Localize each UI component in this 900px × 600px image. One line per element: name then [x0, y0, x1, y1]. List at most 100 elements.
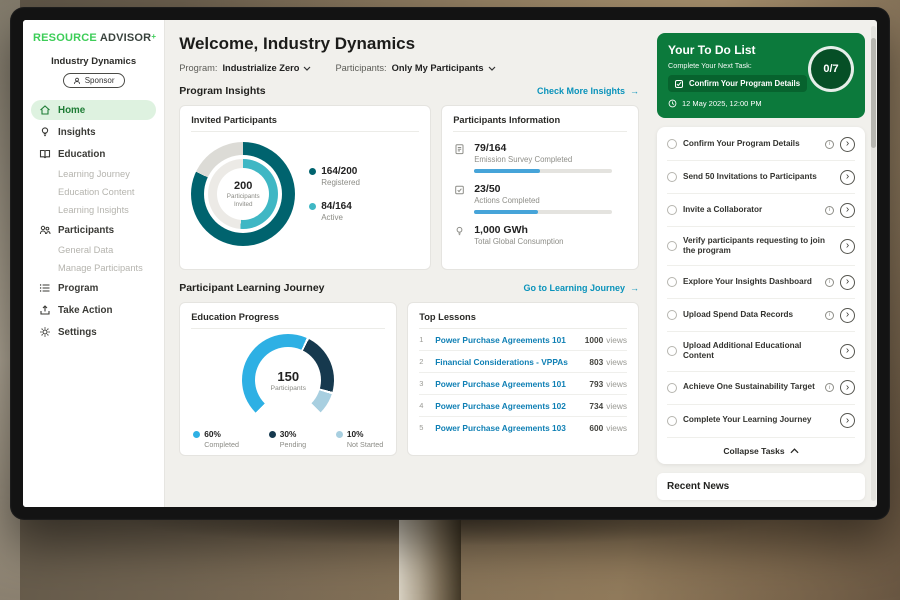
info-icon[interactable]: i	[825, 278, 834, 287]
lesson-views: 803views	[589, 357, 627, 367]
collapse-tasks-button[interactable]: Collapse Tasks	[667, 438, 855, 463]
chevron-right-icon[interactable]: ›	[840, 203, 855, 218]
lesson-views: 1000views	[585, 335, 627, 345]
participants-filter: Participants: Only My Participants	[335, 63, 495, 73]
go-to-learning-journey-link[interactable]: Go to Learning Journey →	[523, 283, 639, 293]
brand-logo[interactable]: RESOURCE ADVISOR+	[31, 32, 156, 44]
task-label: Upload Additional Educational Content	[683, 341, 834, 362]
survey-icon	[453, 142, 466, 155]
sidebar-item-participants[interactable]: Participants	[31, 220, 156, 240]
sidebar-item-education[interactable]: Education	[31, 144, 156, 164]
info-icon[interactable]: i	[825, 311, 834, 320]
page-title: Welcome, Industry Dynamics	[179, 34, 639, 54]
education-progress-card: Education Progress 150 Participants 6	[179, 302, 397, 456]
lesson-views: 734views	[589, 401, 627, 411]
sidebar-item-program[interactable]: Program	[31, 278, 156, 298]
task-row[interactable]: Invite a Collaborator i ›	[667, 194, 855, 227]
legend-pending: 30% Pending	[269, 429, 306, 449]
sidebar-item-label: Education	[58, 149, 105, 160]
chevron-right-icon[interactable]: ›	[840, 308, 855, 323]
monitor-bezel: RESOURCE ADVISOR+ Industry Dynamics Spon…	[10, 7, 890, 520]
sidebar-item-manage-participants[interactable]: Manage Participants	[31, 260, 156, 276]
sponsor-badge[interactable]: Sponsor	[63, 73, 125, 88]
lesson-views: 600views	[589, 423, 627, 433]
sidebar-item-learning-insights[interactable]: Learning Insights	[31, 202, 156, 218]
lesson-link[interactable]: Power Purchase Agreements 101	[435, 379, 582, 389]
task-row[interactable]: Complete Your Learning Journey ›	[667, 405, 855, 438]
next-task-pill[interactable]: Confirm Your Program Details	[668, 75, 807, 92]
task-checkbox[interactable]	[667, 346, 677, 356]
task-label: Achieve One Sustainability Target	[683, 382, 819, 393]
lesson-link[interactable]: Financial Considerations - VPPAs	[435, 357, 582, 367]
participants-dropdown-value: Only My Participants	[392, 63, 484, 73]
sidebar-item-label: Program	[58, 283, 98, 294]
task-row[interactable]: Explore Your Insights Dashboard i ›	[667, 266, 855, 299]
chevron-down-icon	[488, 66, 496, 71]
program-filter-label: Program:	[179, 63, 217, 73]
task-checkbox[interactable]	[667, 310, 677, 320]
task-row[interactable]: Upload Additional Educational Content ›	[667, 332, 855, 371]
task-checkbox[interactable]	[667, 241, 677, 251]
todo-panel: Your To Do List Complete Your Next Task:…	[653, 20, 877, 507]
chevron-down-icon	[303, 66, 311, 71]
task-row[interactable]: Verify participants requesting to join t…	[667, 227, 855, 266]
info-icon[interactable]: i	[825, 206, 834, 215]
top-lessons-card: Top Lessons 1 Power Purchase Agreements …	[407, 302, 639, 456]
legend-active: 84/164 Active	[309, 201, 360, 222]
task-checkbox[interactable]	[667, 205, 677, 215]
program-insights-title: Program Insights	[179, 85, 265, 97]
scrollbar-thumb[interactable]	[871, 38, 876, 148]
sidebar-item-general-data[interactable]: General Data	[31, 242, 156, 258]
task-row[interactable]: Send 50 Invitations to Participants ›	[667, 161, 855, 194]
task-checkbox[interactable]	[667, 172, 677, 182]
lesson-link[interactable]: Power Purchase Agreements 101	[435, 335, 578, 345]
task-row[interactable]: Achieve One Sustainability Target i ›	[667, 372, 855, 405]
completed-dot	[193, 431, 200, 438]
due-row: 12 May 2025, 12:00 PM	[668, 99, 854, 108]
chevron-right-icon[interactable]: ›	[840, 239, 855, 254]
go-to-learning-journey-label: Go to Learning Journey	[523, 283, 625, 293]
learning-journey-header: Participant Learning Journey Go to Learn…	[179, 282, 639, 294]
insights-icon	[39, 126, 51, 138]
next-task-label: Confirm Your Program Details	[689, 79, 800, 88]
completed-label: Completed	[204, 440, 239, 449]
info-icon[interactable]: i	[825, 383, 834, 392]
lesson-link[interactable]: Power Purchase Agreements 102	[435, 401, 582, 411]
lesson-link[interactable]: Power Purchase Agreements 103	[435, 423, 582, 433]
consumption-icon	[453, 224, 466, 237]
info-icon[interactable]: i	[825, 140, 834, 149]
chevron-right-icon[interactable]: ›	[840, 413, 855, 428]
program-dropdown[interactable]: Industrialize Zero	[222, 63, 311, 73]
program-filter: Program: Industrialize Zero	[179, 63, 311, 73]
sidebar-item-settings[interactable]: Settings	[31, 322, 156, 342]
task-checkbox[interactable]	[667, 139, 677, 149]
donut-legend: 164/200 Registered 84/164 Active	[309, 166, 360, 222]
sidebar-item-home[interactable]: Home	[31, 100, 156, 120]
chevron-right-icon[interactable]: ›	[840, 137, 855, 152]
emission-survey-value: 79/164	[474, 142, 612, 154]
chevron-right-icon[interactable]: ›	[840, 170, 855, 185]
task-row[interactable]: Confirm Your Program Details i ›	[667, 128, 855, 161]
check-more-insights-link[interactable]: Check More Insights →	[537, 86, 639, 96]
task-checkbox[interactable]	[667, 383, 677, 393]
chevron-right-icon[interactable]: ›	[840, 275, 855, 290]
task-checkbox[interactable]	[667, 277, 677, 287]
registered-dot	[309, 168, 316, 175]
chevron-right-icon[interactable]: ›	[840, 344, 855, 359]
scrollbar-track[interactable]	[871, 26, 876, 501]
sidebar-item-education-content[interactable]: Education Content	[31, 184, 156, 200]
participants-filter-label: Participants:	[335, 63, 386, 73]
task-label: Send 50 Invitations to Participants	[683, 172, 834, 183]
sidebar-nav: Home Insights Education Learning Journey…	[31, 100, 156, 342]
chevron-right-icon[interactable]: ›	[840, 380, 855, 395]
task-checkbox[interactable]	[667, 416, 677, 426]
sidebar-item-learning-journey[interactable]: Learning Journey	[31, 166, 156, 182]
task-row[interactable]: Upload Spend Data Records i ›	[667, 299, 855, 332]
sidebar-item-take-action[interactable]: Take Action	[31, 300, 156, 320]
emission-survey-progress-fill	[474, 169, 540, 173]
checkbox-icon[interactable]	[675, 80, 683, 88]
sidebar-item-insights[interactable]: Insights	[31, 122, 156, 142]
participants-dropdown[interactable]: Only My Participants	[392, 63, 496, 73]
lesson-rank: 3	[419, 379, 428, 388]
actions-icon	[453, 183, 466, 196]
